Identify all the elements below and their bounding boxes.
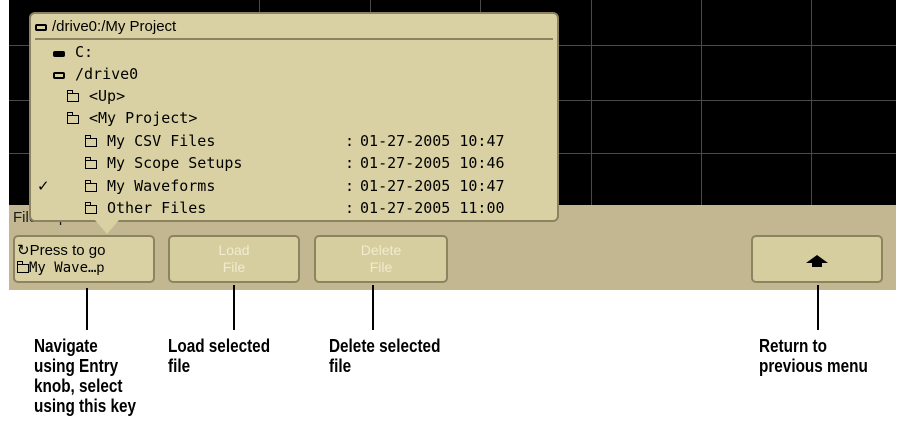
tree-item-label: <Up>	[89, 87, 126, 105]
grid-line	[591, 0, 592, 205]
tree-item-drive0[interactable]: /drive0	[53, 64, 138, 84]
selected-check-icon: ✓	[37, 177, 50, 195]
separator: :	[345, 154, 355, 172]
tree-item-my-csv-files[interactable]: My CSV Files : 01-27-2005 10:47	[84, 131, 505, 151]
grid-line	[701, 0, 702, 205]
usb-drive-icon	[35, 23, 47, 31]
tree-item-my-scope-setups[interactable]: My Scope Setups : 01-27-2005 10:46	[84, 153, 505, 173]
browser-path-title: /drive0:/My Project	[35, 16, 553, 40]
separator: :	[345, 132, 355, 150]
up-arrow-icon	[806, 255, 828, 267]
tree-item-date: 01-27-2005 10:47	[360, 177, 505, 195]
drive-icon	[53, 51, 65, 57]
folder-icon	[84, 202, 97, 214]
usb-drive-icon	[53, 72, 65, 79]
tree-item-date: 01-27-2005 11:00	[360, 199, 505, 217]
load-file-label-1: Load	[218, 242, 250, 258]
folder-icon	[84, 157, 97, 169]
navigate-softkey-selection: My Wave…p	[16, 259, 104, 277]
tree-item-other-files[interactable]: Other Files : 01-27-2005 11:00	[84, 198, 505, 218]
callout-line	[233, 285, 235, 330]
callout-delete: Delete selected file	[329, 336, 441, 376]
return-softkey[interactable]	[751, 235, 883, 283]
folder-icon	[16, 260, 29, 273]
browser-path: /drive0:/My Project	[52, 18, 177, 35]
callout-return: Return to previous menu	[759, 336, 868, 376]
tree-item-my-project[interactable]: <My Project>	[66, 108, 198, 128]
tree-item-label: My Scope Setups	[107, 154, 243, 172]
navigate-softkey[interactable]: ↻Press to go My Wave…p	[13, 235, 155, 283]
tree-item-label: /drive0	[75, 65, 139, 83]
tree-item-label: My CSV Files	[107, 132, 216, 150]
callout-line	[372, 285, 374, 330]
tree-item-date: 01-27-2005 10:47	[360, 132, 505, 150]
tree-item-label: My Waveforms	[107, 177, 216, 195]
grid-line	[811, 0, 812, 205]
delete-file-label-2: File	[369, 259, 393, 275]
callout-navigate: Navigate using Entry knob, select using …	[34, 336, 137, 416]
tree-item-date: 01-27-2005 10:46	[360, 154, 505, 172]
separator: :	[345, 177, 355, 195]
tree-item-label: C:	[75, 43, 94, 61]
file-browser: /drive0:/My Project C: /drive0 <Up> <My …	[29, 12, 559, 234]
rotate-icon: ↻	[17, 241, 30, 259]
callout-line	[86, 288, 88, 330]
navigate-softkey-label: ↻Press to go	[17, 241, 106, 259]
folder-icon	[84, 135, 97, 147]
load-file-label-2: File	[222, 259, 246, 275]
delete-file-softkey[interactable]: Delete File	[314, 235, 448, 283]
tree-item-my-waveforms[interactable]: My Waveforms : 01-27-2005 10:47	[84, 176, 505, 196]
load-file-softkey[interactable]: Load File	[168, 235, 300, 283]
tree-item-c-drive[interactable]: C:	[53, 42, 93, 62]
callout-load: Load selected file	[168, 336, 271, 376]
folder-open-icon	[66, 112, 79, 124]
tree-item-up[interactable]: <Up>	[66, 86, 126, 106]
tree-item-label: Other Files	[107, 199, 207, 217]
folder-up-icon	[66, 90, 79, 102]
tree-item-label: <My Project>	[89, 109, 198, 127]
delete-file-label-1: Delete	[360, 242, 402, 258]
folder-icon	[84, 180, 97, 192]
separator: :	[345, 199, 355, 217]
callout-line	[817, 285, 819, 330]
